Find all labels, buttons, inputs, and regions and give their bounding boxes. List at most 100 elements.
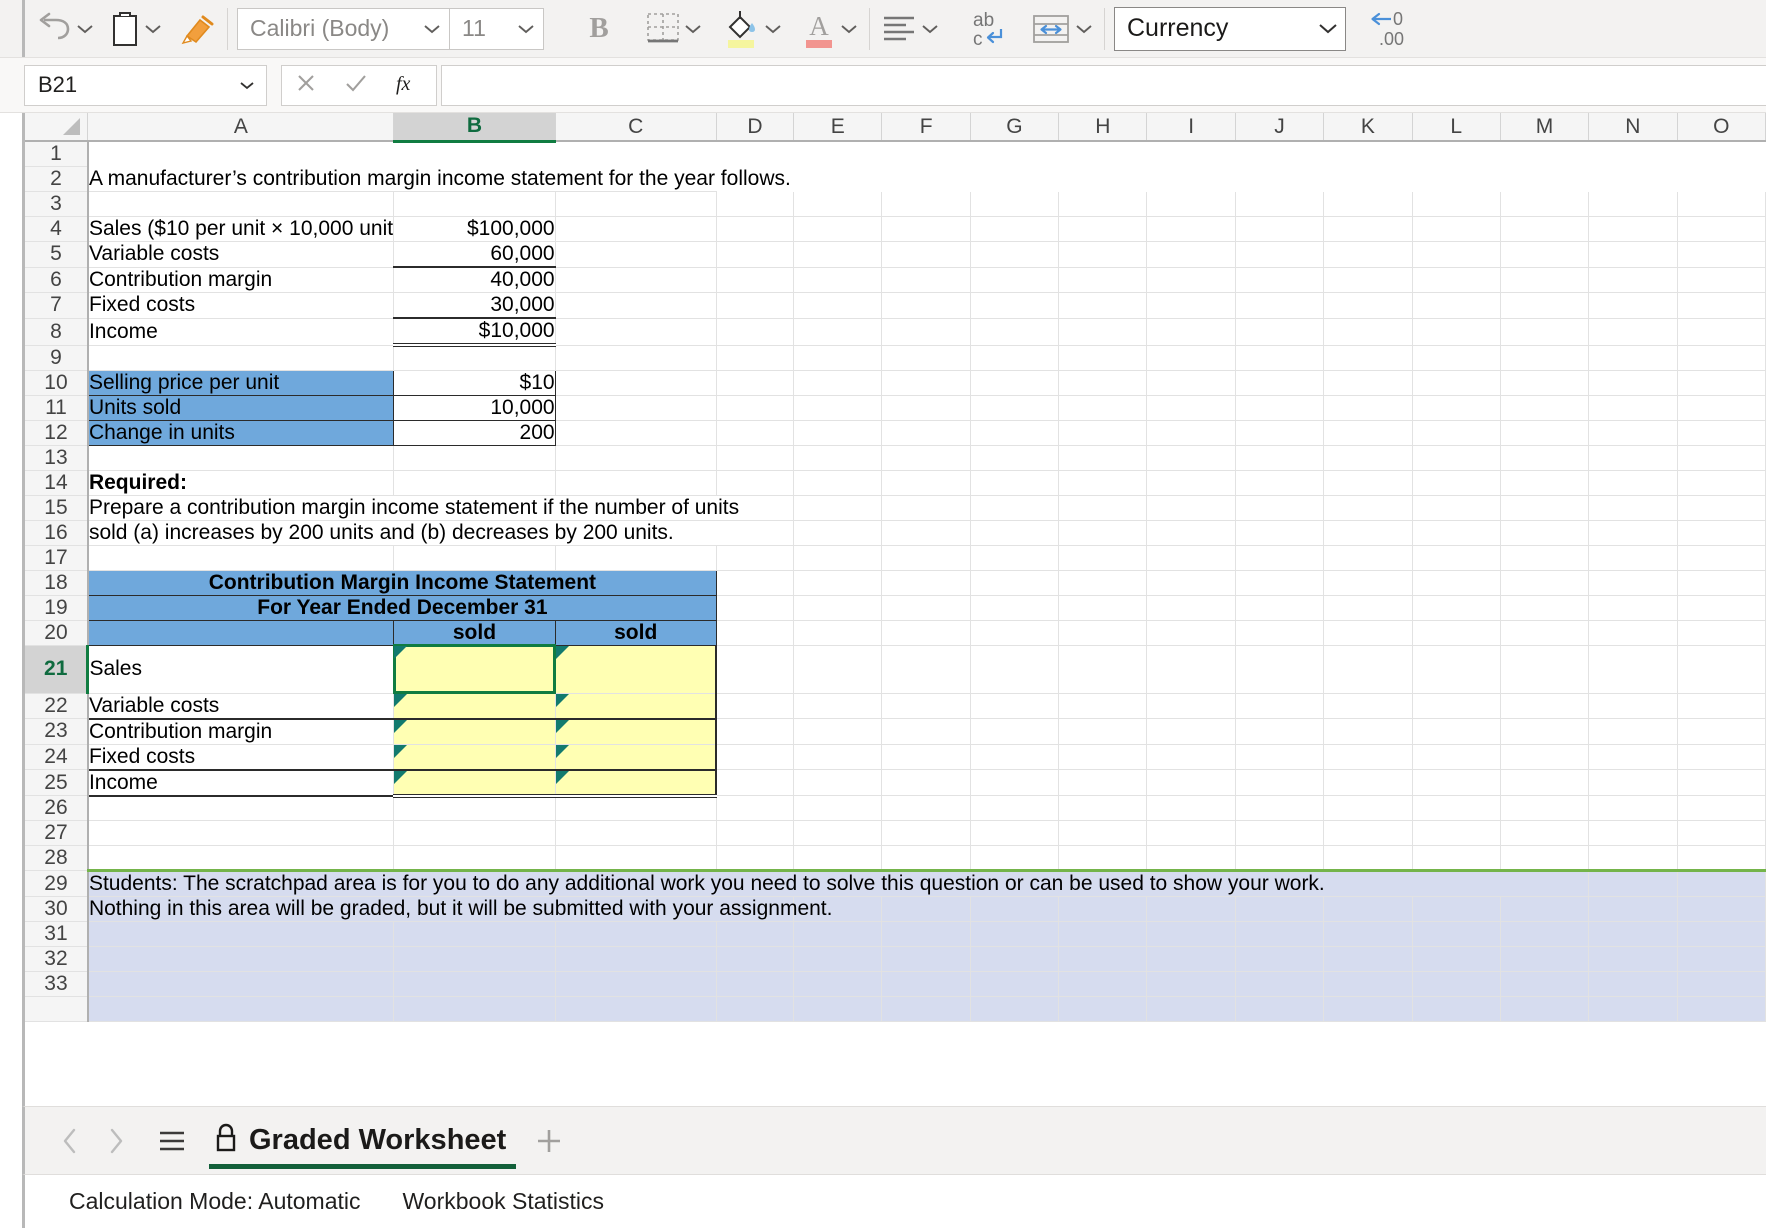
cell-C26[interactable] — [555, 796, 716, 821]
workbook-statistics-status[interactable]: Workbook Statistics — [403, 1188, 605, 1215]
cell-G23[interactable] — [970, 719, 1058, 745]
cell-L25[interactable] — [1412, 770, 1500, 796]
fx-icon[interactable]: fx — [394, 69, 424, 102]
cell-B33[interactable] — [394, 972, 555, 997]
cell-B4[interactable]: $100,000 — [394, 217, 555, 242]
cell-G2[interactable] — [970, 167, 1058, 192]
cell-K19[interactable] — [1324, 595, 1412, 620]
cell-L33[interactable] — [1412, 972, 1500, 997]
row-header-8[interactable]: 8 — [25, 318, 88, 345]
cell-E14[interactable] — [794, 470, 882, 495]
cell-H7[interactable] — [1059, 293, 1147, 319]
cell-G24[interactable] — [970, 744, 1058, 770]
cell-G33[interactable] — [970, 972, 1058, 997]
cell-G32[interactable] — [970, 947, 1058, 972]
cell-G4[interactable] — [970, 217, 1058, 242]
cell-A4[interactable]: Sales ($10 per unit × 10,000 units) — [88, 217, 394, 242]
cell-L21[interactable] — [1412, 645, 1500, 693]
cell-K33[interactable] — [1324, 972, 1412, 997]
column-header-G[interactable]: G — [970, 113, 1058, 141]
cell-G22[interactable] — [970, 693, 1058, 719]
cell-M18[interactable] — [1500, 570, 1588, 595]
cell-D11[interactable] — [716, 395, 793, 420]
cell-L19[interactable] — [1412, 595, 1500, 620]
cell-O29[interactable] — [1677, 871, 1765, 897]
cell-J25[interactable] — [1235, 770, 1323, 796]
cell-A30-scratchpad-note[interactable]: Nothing in this area will be graded, but… — [88, 897, 716, 922]
sheet-tab-graded-worksheet[interactable]: Graded Worksheet — [203, 1107, 522, 1175]
column-header-C[interactable]: C — [555, 113, 716, 141]
cell-L10[interactable] — [1412, 370, 1500, 395]
row-header-19[interactable]: 19 — [25, 595, 88, 620]
cell-M17[interactable] — [1500, 545, 1588, 570]
cell-K15[interactable] — [1324, 495, 1412, 520]
cell-D7[interactable] — [716, 293, 793, 319]
cell-I5[interactable] — [1147, 242, 1235, 268]
cell-N21[interactable] — [1589, 645, 1677, 693]
font-color-icon[interactable]: A — [800, 6, 838, 52]
cell-H12[interactable] — [1059, 420, 1147, 445]
cell-M23[interactable] — [1500, 719, 1588, 745]
cell-K9[interactable] — [1324, 345, 1412, 370]
cell-O26[interactable] — [1677, 796, 1765, 821]
cell-M21[interactable] — [1500, 645, 1588, 693]
name-box[interactable]: B21 — [24, 65, 267, 106]
cell-M10[interactable] — [1500, 370, 1588, 395]
cell-J12[interactable] — [1235, 420, 1323, 445]
cell-E26[interactable] — [794, 796, 882, 821]
cell-I15[interactable] — [1147, 495, 1235, 520]
spreadsheet-grid[interactable]: A B C D E F G H I J K L M N O 1 — [22, 113, 1766, 1106]
cell-O13[interactable] — [1677, 445, 1765, 470]
cell-N9[interactable] — [1589, 345, 1677, 370]
cell-G21[interactable] — [970, 645, 1058, 693]
cell-N14[interactable] — [1589, 470, 1677, 495]
cell-E22[interactable] — [794, 693, 882, 719]
undo-dropdown-chevron-down-icon[interactable] — [74, 6, 96, 52]
cell-K5[interactable] — [1324, 242, 1412, 268]
cell-C28[interactable] — [555, 846, 716, 871]
cell-K32[interactable] — [1324, 947, 1412, 972]
cell-K23[interactable] — [1324, 719, 1412, 745]
cell-G18[interactable] — [970, 570, 1058, 595]
cell-C20-col-heading-b[interactable]: sold — [555, 620, 716, 645]
cell-M34[interactable] — [1500, 997, 1588, 1022]
cell-A21[interactable]: Sales — [88, 645, 394, 693]
cell-C4[interactable] — [555, 217, 716, 242]
cell-G20[interactable] — [970, 620, 1058, 645]
cell-B7[interactable]: 30,000 — [394, 293, 555, 319]
cell-J10[interactable] — [1235, 370, 1323, 395]
cell-N19[interactable] — [1589, 595, 1677, 620]
cell-K6[interactable] — [1324, 267, 1412, 293]
row-header-26[interactable]: 26 — [25, 796, 88, 821]
cell-D3[interactable] — [716, 192, 793, 217]
cell-E11[interactable] — [794, 395, 882, 420]
cell-B26[interactable] — [394, 796, 555, 821]
cell-J22[interactable] — [1235, 693, 1323, 719]
cell-J14[interactable] — [1235, 470, 1323, 495]
cell-E5[interactable] — [794, 242, 882, 268]
font-name-select[interactable]: Calibri (Body) — [237, 8, 450, 50]
cell-F5[interactable] — [882, 242, 970, 268]
cell-C17[interactable] — [555, 545, 716, 570]
cell-N18[interactable] — [1589, 570, 1677, 595]
cell-H27[interactable] — [1059, 821, 1147, 846]
cell-H18[interactable] — [1059, 570, 1147, 595]
cell-J31[interactable] — [1235, 922, 1323, 947]
cell-F27[interactable] — [882, 821, 970, 846]
row-header-29[interactable]: 29 — [25, 871, 88, 897]
cell-K28[interactable] — [1324, 846, 1412, 871]
row-header-10[interactable]: 10 — [25, 370, 88, 395]
cell-E23[interactable] — [794, 719, 882, 745]
cell-L31[interactable] — [1412, 922, 1500, 947]
row-header-2[interactable]: 2 — [25, 167, 88, 192]
cell-A22[interactable]: Variable costs — [88, 693, 394, 719]
cell-F13[interactable] — [882, 445, 970, 470]
cell-F10[interactable] — [882, 370, 970, 395]
cell-C34[interactable] — [555, 997, 716, 1022]
cell-J28[interactable] — [1235, 846, 1323, 871]
cell-A3[interactable] — [88, 192, 394, 217]
cell-L1[interactable] — [1412, 141, 1500, 167]
cell-O4[interactable] — [1677, 217, 1765, 242]
cell-F1[interactable] — [882, 141, 970, 167]
cell-F26[interactable] — [882, 796, 970, 821]
